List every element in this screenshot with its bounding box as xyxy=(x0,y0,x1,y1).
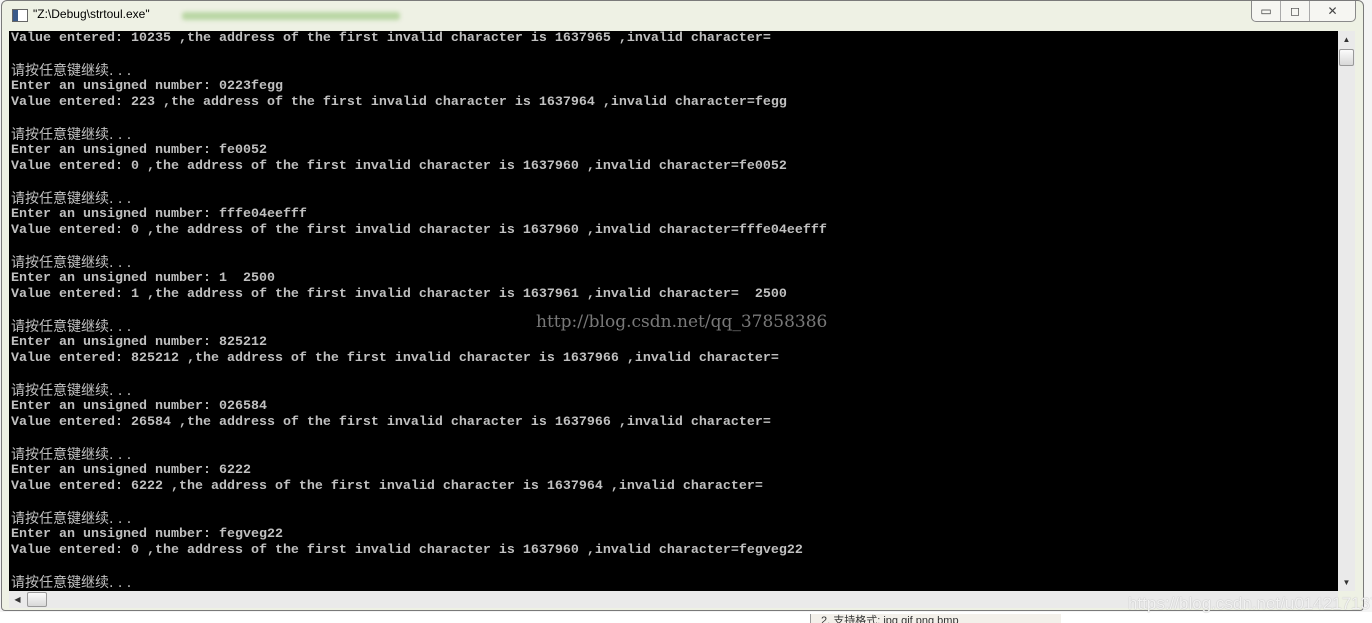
watermark: http://blog.csdn.net/qq_37858386 xyxy=(536,312,828,332)
console-line: Enter an unsigned number: 0223fegg xyxy=(11,79,283,94)
console-line: Value entered: 6222 ,the address of the … xyxy=(11,479,763,494)
console-line: Enter an unsigned number: 1 2500 xyxy=(11,271,275,286)
console-line: Enter an unsigned number: 6222 xyxy=(11,463,251,478)
console-line: Enter an unsigned number: 825212 xyxy=(11,335,267,350)
window-controls: ▭ ◻ ✕ xyxy=(1251,1,1356,22)
console-line: Value entered: 1 ,the address of the fir… xyxy=(11,287,787,302)
console-line: Enter an unsigned number: fegveg22 xyxy=(11,527,283,542)
console-line: 请按任意键继续. . . xyxy=(11,383,132,399)
vertical-scrollbar[interactable]: ▲ ▼ xyxy=(1338,31,1355,591)
console-line: 请按任意键继续. . . xyxy=(11,191,132,207)
console-line: Value entered: 10235 ,the address of the… xyxy=(11,31,771,46)
minimize-button[interactable]: ▭ xyxy=(1252,1,1281,21)
console-line: Value entered: 0 ,the address of the fir… xyxy=(11,543,803,558)
console-line: Enter an unsigned number: 026584 xyxy=(11,399,267,414)
console-line: 请按任意键继续. . . xyxy=(11,127,132,143)
console-output[interactable]: Value entered: 10235 ,the address of the… xyxy=(9,31,1338,591)
title-bar[interactable]: "Z:\Debug\strtoul.exe" ▭ ◻ ✕ xyxy=(2,1,1363,32)
console-line: Value entered: 825212 ,the address of th… xyxy=(11,351,779,366)
window-title: "Z:\Debug\strtoul.exe" xyxy=(33,7,150,21)
close-button[interactable]: ✕ xyxy=(1310,1,1355,21)
maximize-button[interactable]: ◻ xyxy=(1281,1,1310,21)
console-line: Value entered: 223 ,the address of the f… xyxy=(11,95,787,110)
horizontal-scroll-thumb[interactable] xyxy=(27,592,47,607)
background-text: 2. 支持格式: jpg gif png bmp xyxy=(810,614,1061,623)
console-line: 请按任意键继续. . . xyxy=(11,63,132,79)
console-line: Value entered: 26584 ,the address of the… xyxy=(11,415,771,430)
blurred-title-text xyxy=(182,12,400,20)
vertical-scroll-thumb[interactable] xyxy=(1339,49,1354,66)
scroll-down-arrow-icon[interactable]: ▼ xyxy=(1338,574,1355,591)
console-line: 请按任意键继续. . . xyxy=(11,511,132,527)
console-app-icon[interactable] xyxy=(12,9,28,22)
console-line: 请按任意键继续. . . xyxy=(11,447,132,463)
console-line: Value entered: 0 ,the address of the fir… xyxy=(11,223,827,238)
console-line: 请按任意键继续. . . xyxy=(11,255,132,271)
corner-watermark: https://blog.csdn.net/u014217137 xyxy=(1128,594,1372,613)
console-line: 请按任意键继续. . . xyxy=(11,575,132,591)
scroll-up-arrow-icon[interactable]: ▲ xyxy=(1338,31,1355,48)
scroll-left-arrow-icon[interactable]: ◀ xyxy=(9,591,26,608)
console-line: Value entered: 0 ,the address of the fir… xyxy=(11,159,787,174)
console-line: Enter an unsigned number: fe0052 xyxy=(11,143,267,158)
console-line: Enter an unsigned number: fffe04eefff xyxy=(11,207,307,222)
